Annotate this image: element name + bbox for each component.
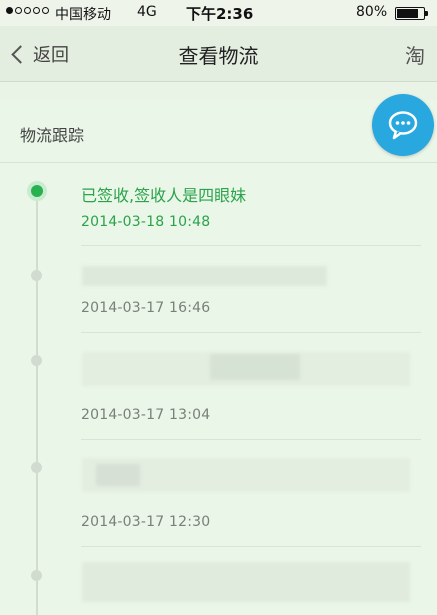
event-divider	[81, 439, 421, 440]
battery-percentage: 80%	[356, 4, 388, 20]
timeline-dot-active	[27, 181, 47, 201]
carrier-name: 中国移动	[55, 7, 111, 23]
page-title: 查看物流	[178, 44, 259, 68]
timeline-dot	[31, 355, 42, 366]
event-time: 2014-03-18 10:48	[81, 214, 211, 230]
network-type: 4G	[137, 4, 157, 20]
signal-strength-icon	[6, 7, 49, 14]
timeline-line	[36, 190, 38, 615]
navigation-bar: 返回 查看物流 淘	[0, 26, 437, 82]
event-time: 2014-03-17 12:30	[81, 514, 211, 530]
status-time: 下午2:36	[186, 5, 254, 23]
event-divider	[81, 546, 421, 547]
tracking-section-header: 物流跟踪	[0, 100, 437, 163]
event-time: 2014-03-17 16:46	[81, 300, 211, 316]
redacted-description	[82, 266, 327, 286]
timeline-dot	[31, 270, 42, 281]
event-divider	[81, 332, 421, 333]
section-title: 物流跟踪	[20, 126, 85, 145]
event-divider	[81, 245, 421, 246]
event-description: 已签收,签收人是四眼妹	[81, 186, 247, 205]
event-time: 2014-03-17 13:04	[81, 407, 211, 423]
battery-icon	[395, 7, 428, 20]
chat-bubble-icon	[388, 111, 418, 140]
status-bar: 中国移动 4G 下午2:36 80%	[0, 0, 437, 26]
timeline-dot	[31, 570, 42, 581]
timeline-dot	[31, 462, 42, 473]
redacted-description	[96, 464, 140, 486]
chat-button[interactable]	[372, 94, 434, 156]
taobao-button[interactable]: 淘	[405, 40, 425, 69]
redacted-description	[210, 354, 300, 380]
redacted-description	[82, 562, 410, 602]
